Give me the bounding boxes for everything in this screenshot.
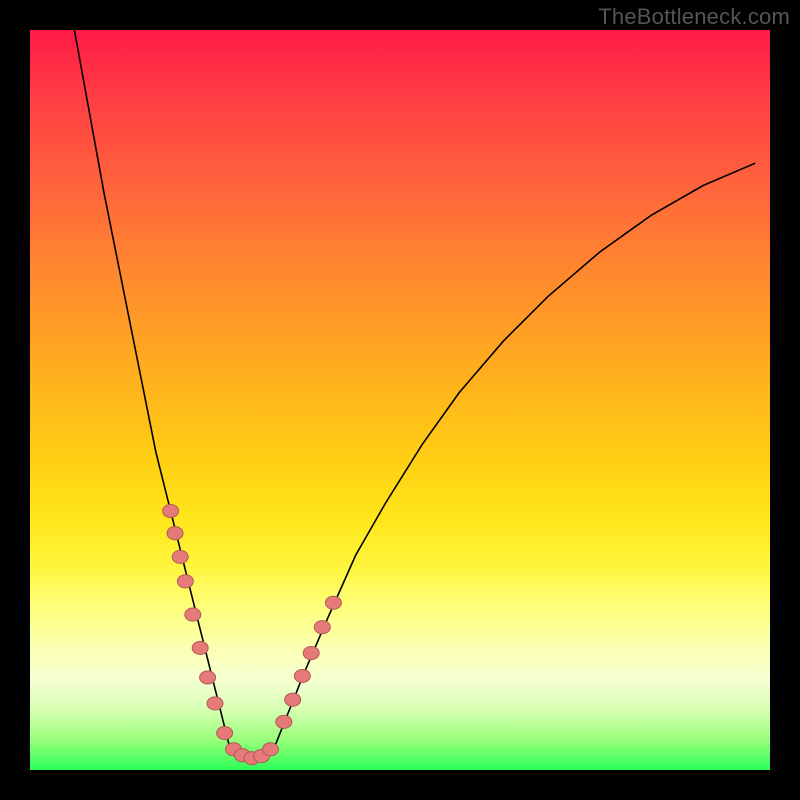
bead-marker xyxy=(192,641,208,654)
bead-marker xyxy=(167,527,183,540)
bead-marker xyxy=(177,575,193,588)
bead-marker xyxy=(163,504,179,517)
bead-marker xyxy=(217,726,233,739)
bead-marker xyxy=(303,647,319,660)
plot-area xyxy=(30,30,770,770)
bead-marker xyxy=(294,669,310,682)
bead-marker xyxy=(276,715,292,728)
bead-marker xyxy=(314,621,330,634)
chart-frame: TheBottleneck.com xyxy=(0,0,800,800)
bead-marker xyxy=(185,608,201,621)
bottleneck-curve xyxy=(74,30,755,760)
bead-group xyxy=(163,504,342,764)
bead-marker xyxy=(200,671,216,684)
bead-marker xyxy=(325,596,341,609)
bead-marker xyxy=(285,693,301,706)
curve-svg xyxy=(30,30,770,770)
bead-marker xyxy=(263,743,279,756)
bead-marker xyxy=(172,550,188,563)
bead-marker xyxy=(207,697,223,710)
watermark-text: TheBottleneck.com xyxy=(598,4,790,30)
